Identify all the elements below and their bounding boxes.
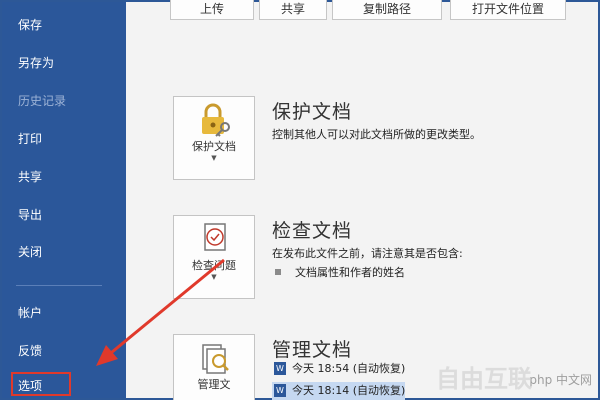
manage-document-icon <box>202 344 229 374</box>
inspect-title: 检查文档 <box>272 220 353 242</box>
watermark: 自由互联 php 中文网 <box>436 365 592 393</box>
word-doc-icon: W <box>274 361 286 375</box>
nav-save[interactable]: 保存 <box>18 17 42 33</box>
bullet-square-icon <box>275 269 281 275</box>
backstage-sidebar: 保存 另存为 历史记录 打印 共享 导出 关闭 帐户 反馈 选项 <box>2 2 126 398</box>
nav-export[interactable]: 导出 <box>18 207 42 223</box>
inspect-description: 在发布此文件之前，请注意其是否包含: <box>272 247 463 260</box>
manage-title: 管理文档 <box>272 339 353 361</box>
nav-share[interactable]: 共享 <box>18 169 42 185</box>
word-doc-icon: W <box>274 383 286 397</box>
chevron-down-icon: ▼ <box>211 154 217 162</box>
upload-button[interactable]: 上传 <box>170 0 254 20</box>
share-button[interactable]: 共享 <box>259 0 327 20</box>
inspect-bullet: 文档属性和作者的姓名 <box>275 264 405 280</box>
nav-history: 历史记录 <box>18 94 67 108</box>
check-issues-button[interactable]: 检查问题 ▼ <box>173 215 255 299</box>
version-item[interactable]: W 今天 18:14 (自动恢复) <box>272 382 406 400</box>
chevron-down-icon: ▼ <box>211 273 217 281</box>
nav-feedback[interactable]: 反馈 <box>18 343 42 359</box>
nav-save-as[interactable]: 另存为 <box>18 55 54 71</box>
manage-document-button[interactable]: 管理文 <box>173 334 255 400</box>
protect-title: 保护文档 <box>272 101 353 123</box>
open-file-location-button[interactable]: 打开文件位置 <box>450 0 566 20</box>
document-check-icon <box>204 223 226 251</box>
protect-description: 控制其他人可以对此文档所做的更改类型。 <box>272 128 481 141</box>
options-highlight-box <box>11 372 71 396</box>
nav-print[interactable]: 打印 <box>18 131 42 147</box>
info-pane: 上传 共享 复制路径 打开文件位置 保护文档 ▼ 保护文档 控制其他人可以对此文… <box>126 0 598 400</box>
nav-account[interactable]: 帐户 <box>18 305 42 321</box>
nav-close[interactable]: 关闭 <box>18 244 42 260</box>
copy-path-button[interactable]: 复制路径 <box>332 0 442 20</box>
protect-document-button[interactable]: 保护文档 ▼ <box>173 96 255 180</box>
version-item[interactable]: W 今天 18:54 (自动恢复) <box>272 360 405 378</box>
lock-key-icon <box>202 103 230 137</box>
nav-divider <box>16 285 102 286</box>
